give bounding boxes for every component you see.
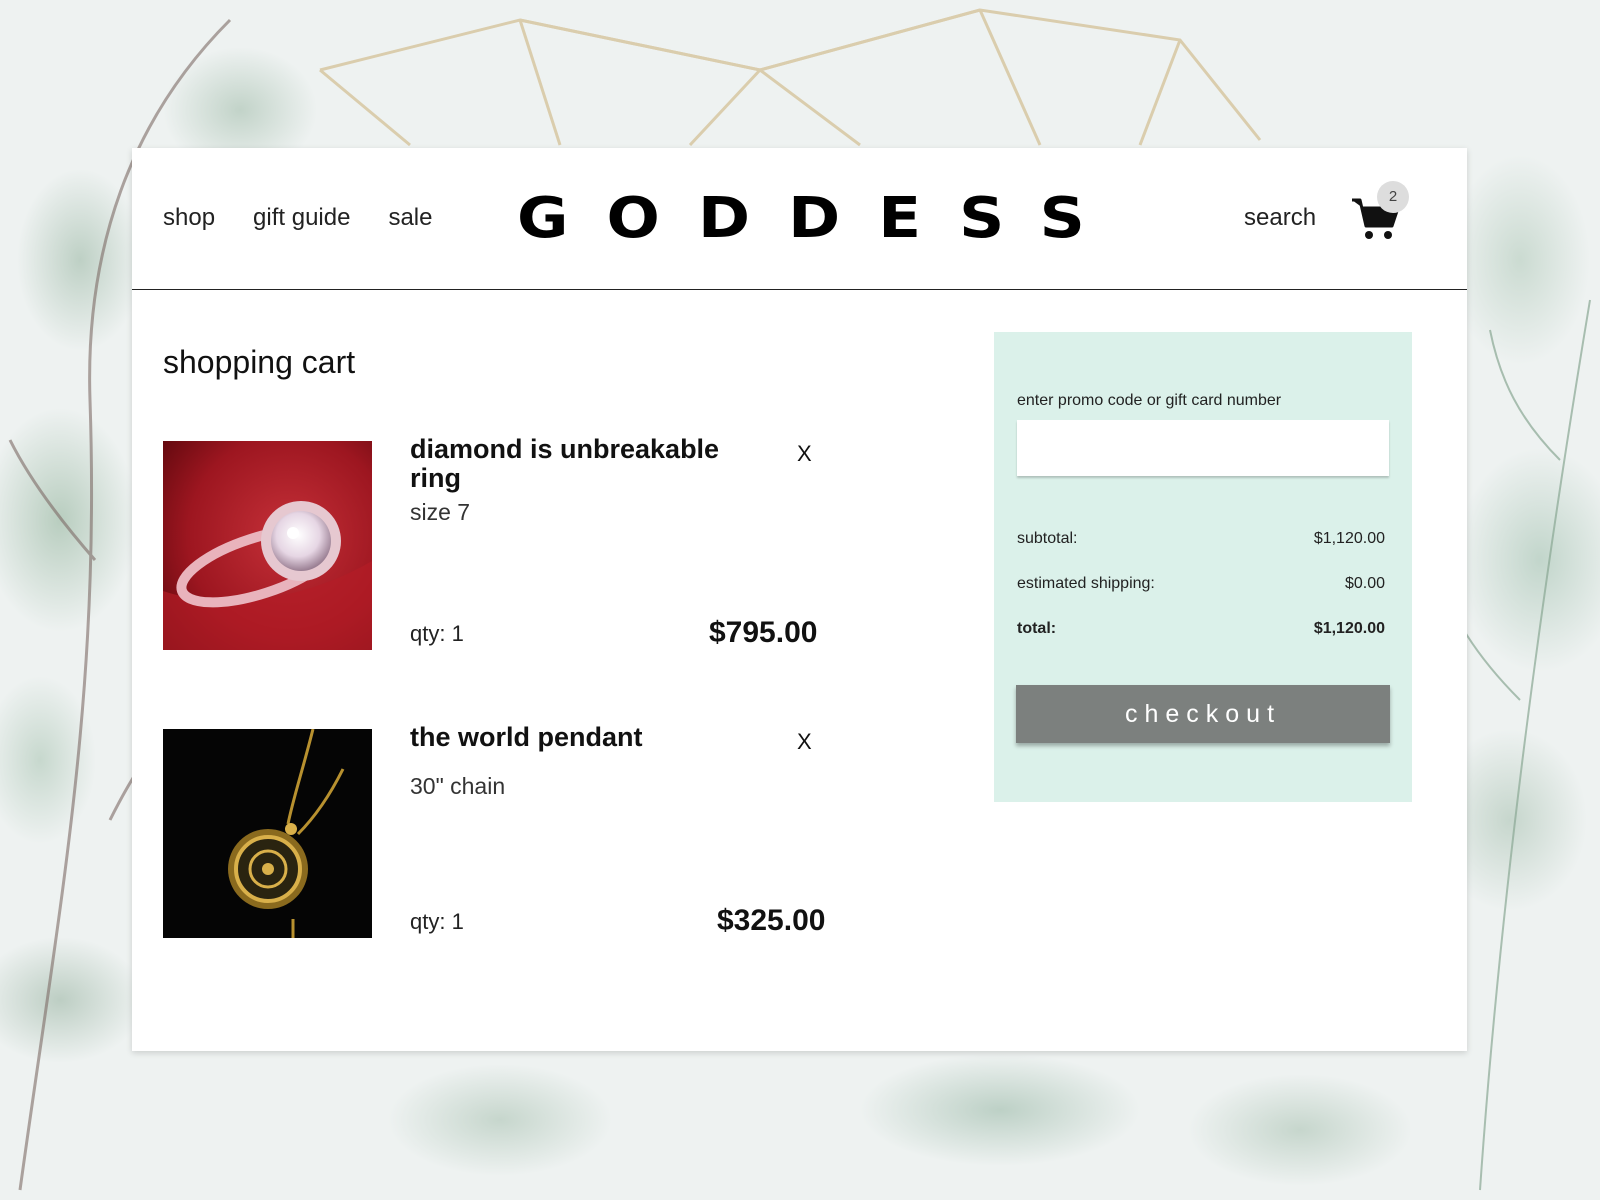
cart-card: shop gift guide sale GODDESS search 2 sh… (132, 148, 1467, 1051)
item-name[interactable]: the world pendant (410, 723, 750, 752)
shipping-label: estimated shipping: (1017, 575, 1155, 592)
cart-item: the world pendant 30" chain X qty: 1 $32… (163, 723, 843, 939)
search-link[interactable]: search (1244, 204, 1316, 232)
pendant-image[interactable] (163, 729, 372, 938)
remove-item-button[interactable]: X (797, 441, 812, 467)
item-quantity[interactable]: qty: 1 (410, 909, 464, 935)
item-name[interactable]: diamond is unbreakable ring (410, 435, 750, 493)
main-nav: shop gift guide sale (163, 204, 432, 232)
total-row: total: $1,120.00 (1017, 620, 1385, 638)
promo-label: enter promo code or gift card number (1017, 392, 1282, 409)
ring-image[interactable] (163, 441, 372, 650)
page-title: shopping cart (163, 344, 356, 380)
remove-item-button[interactable]: X (797, 729, 812, 755)
item-variant: 30" chain (410, 773, 506, 799)
order-summary: enter promo code or gift card number sub… (994, 332, 1412, 802)
item-price: $325.00 (717, 904, 826, 937)
checkout-button[interactable]: checkout (1016, 685, 1390, 743)
subtotal-row: subtotal: $1,120.00 (1017, 530, 1385, 548)
nav-gift-guide[interactable]: gift guide (253, 204, 350, 232)
brand-logo[interactable]: GODDESS (517, 186, 1085, 251)
nav-shop[interactable]: shop (163, 204, 215, 232)
site-header: shop gift guide sale GODDESS search 2 (132, 148, 1467, 290)
item-price: $795.00 (709, 616, 818, 649)
item-variant: size 7 (410, 499, 471, 525)
subtotal-label: subtotal: (1017, 530, 1078, 547)
item-quantity[interactable]: qty: 1 (410, 621, 464, 647)
cart-item: diamond is unbreakable ring size 7 X qty… (163, 435, 843, 651)
subtotal-value: $1,120.00 (1313, 530, 1385, 547)
cart-count-badge: 2 (1377, 181, 1409, 213)
nav-sale[interactable]: sale (388, 204, 432, 232)
shipping-value: $0.00 (1344, 575, 1385, 592)
total-label: total: (1017, 620, 1057, 637)
total-value: $1,120.00 (1313, 620, 1385, 637)
promo-code-input[interactable] (1017, 420, 1389, 476)
shipping-row: estimated shipping: $0.00 (1017, 575, 1385, 593)
